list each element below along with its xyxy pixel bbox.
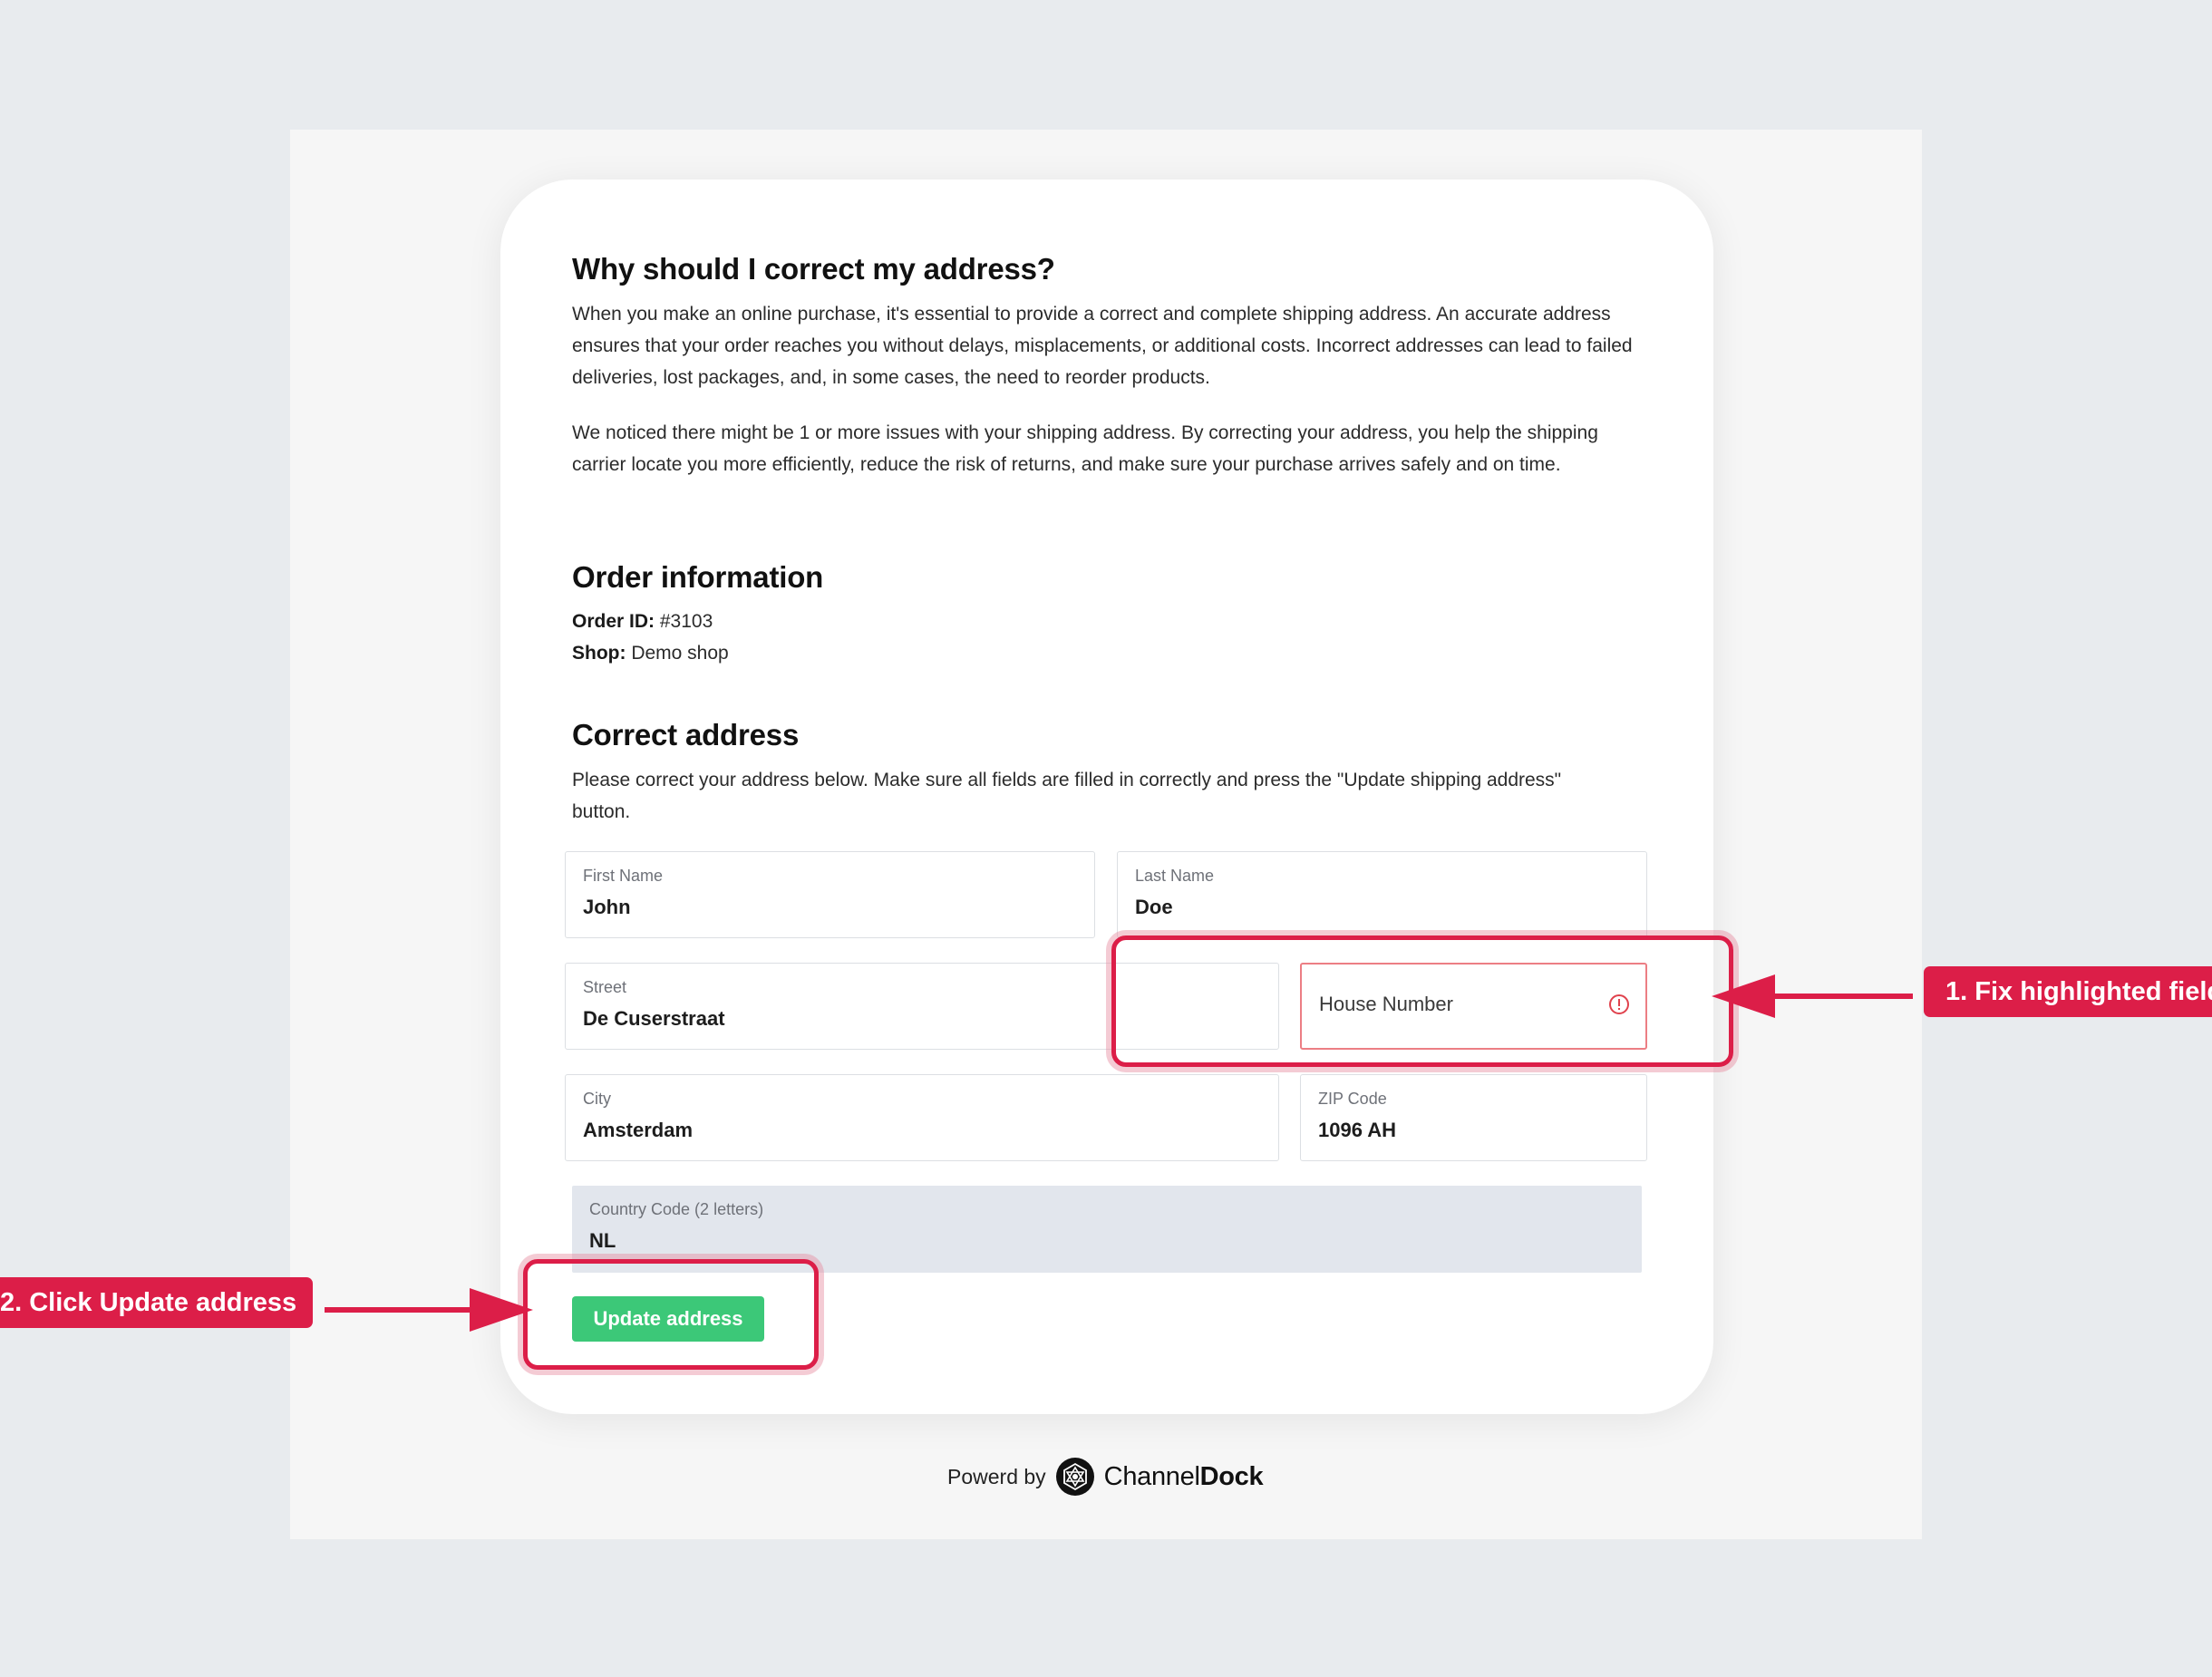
last-name-label: Last Name (1135, 867, 1215, 885)
shop-line: Shop: Demo shop (572, 643, 729, 664)
callout-1: 1. Fix highlighted fields (1924, 966, 2212, 1017)
shop-label: Shop: (572, 643, 626, 664)
order-info-title: Order information (572, 560, 824, 594)
country-code-value: NL (589, 1229, 616, 1252)
last-name-field[interactable]: Last Name Doe (1117, 851, 1647, 938)
highlight-box-button (523, 1259, 819, 1370)
footer: Powerd by ChannelDock (947, 1454, 1264, 1499)
arrow-1-head (1712, 974, 1775, 1018)
shop-value: Demo shop (631, 643, 729, 664)
why-paragraph-1: When you make an online purchase, it's e… (572, 304, 1633, 388)
order-id-line: Order ID: #3103 (572, 611, 713, 633)
why-title: Why should I correct my address? (572, 252, 1055, 286)
callout-2: 2. Click Update address (0, 1277, 313, 1328)
channeldock-logo-icon (1055, 1458, 1094, 1496)
zip-code-field[interactable]: ZIP Code 1096 AH (1300, 1074, 1647, 1161)
brand-name: ChannelDock (1103, 1461, 1264, 1491)
zip-code-label: ZIP Code (1318, 1090, 1387, 1108)
why-paragraph-2: We noticed there might be 1 or more issu… (572, 422, 1598, 475)
order-id-label: Order ID: (572, 611, 655, 632)
street-value: De Cuserstraat (583, 1007, 725, 1030)
correct-address-title: Correct address (572, 718, 800, 751)
arrow-1-line (1768, 994, 1913, 999)
country-code-label: Country Code (2 letters) (589, 1200, 764, 1218)
first-name-label: First Name (583, 867, 664, 885)
order-id-value: #3103 (659, 611, 713, 632)
arrow-2-line (325, 1307, 479, 1313)
city-field[interactable]: City Amsterdam (565, 1074, 1279, 1161)
highlight-box-fields (1111, 935, 1733, 1067)
first-name-value: John (583, 896, 631, 918)
city-label: City (583, 1090, 611, 1108)
arrow-2-head (470, 1288, 533, 1332)
last-name-value: Doe (1135, 896, 1173, 918)
first-name-field[interactable]: First Name John (565, 851, 1095, 938)
correct-address-instructions: Please correct your address below. Make … (572, 770, 1562, 822)
zip-code-value: 1096 AH (1318, 1119, 1397, 1141)
street-label: Street (583, 978, 627, 996)
powered-by-text: Powerd by (947, 1464, 1046, 1488)
city-value: Amsterdam (583, 1119, 694, 1141)
